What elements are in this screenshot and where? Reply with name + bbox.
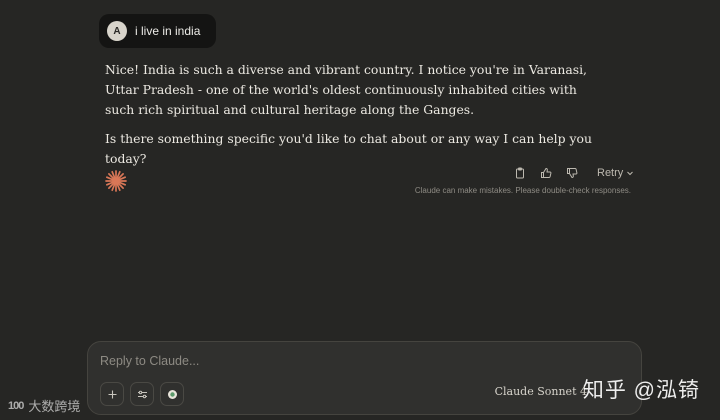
assistant-paragraph: Is there something specific you'd like t… — [105, 131, 592, 166]
thumbs-down-icon[interactable] — [565, 166, 579, 180]
watermark-right: 知乎 @泓锜 — [582, 379, 700, 402]
user-message-text: i live in india — [135, 24, 201, 38]
copy-icon[interactable] — [513, 166, 527, 180]
disclaimer-text: Claude can make mistakes. Please double-… — [414, 186, 631, 195]
tools-button[interactable] — [130, 382, 154, 406]
extended-tool-button[interactable] — [160, 382, 184, 406]
message-actions: Retry — [513, 166, 634, 180]
watermark-left-text: 大数跨境 — [28, 399, 81, 414]
claude-spark-icon — [105, 170, 127, 192]
sliders-icon — [137, 390, 147, 398]
watermark-logo: 100 — [8, 399, 24, 412]
chat-page: A i live in india Nice! India is such a … — [0, 0, 720, 420]
watermark-left: 100 大数跨境 — [8, 396, 80, 415]
user-message: A i live in india — [99, 14, 217, 48]
retry-label: Retry — [597, 167, 624, 179]
add-attachment-button[interactable] — [100, 382, 124, 406]
thumbs-up-icon[interactable] — [539, 166, 553, 180]
assistant-message: Nice! India is such a diverse and vibran… — [105, 60, 605, 178]
model-selector[interactable]: Claude Sonnet 4 — [495, 385, 587, 398]
chevron-down-icon — [627, 171, 634, 176]
user-avatar[interactable]: A — [107, 21, 127, 41]
reply-composer[interactable]: Reply to Claude... Claude Sonnet 4 — [87, 341, 642, 415]
tool-status-icon — [167, 389, 177, 399]
retry-button[interactable]: Retry — [597, 167, 634, 179]
plus-icon — [108, 390, 116, 398]
reply-input[interactable]: Reply to Claude... — [100, 354, 199, 368]
assistant-paragraph: Nice! India is such a diverse and vibran… — [105, 62, 587, 117]
